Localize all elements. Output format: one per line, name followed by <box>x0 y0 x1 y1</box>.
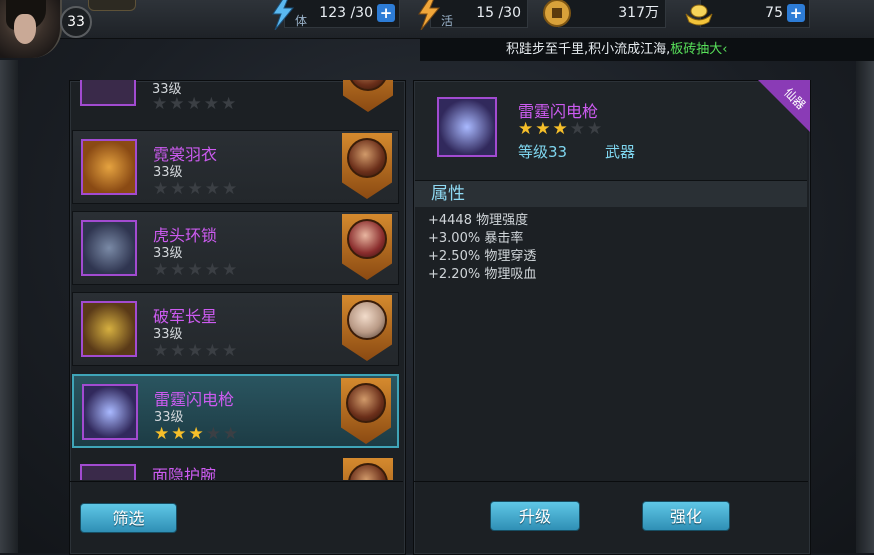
item-thumbnail <box>81 301 137 357</box>
vitality-label: 活 <box>441 14 454 28</box>
attributes-list: +4448 物理强度 +3.00% 暴击率 +2.50% 物理穿透 +2.20%… <box>428 212 536 284</box>
list-item[interactable]: 虎头环锁 33级 ★★★★★ <box>72 211 399 285</box>
equipped-hero-shield <box>343 80 393 112</box>
item-stars: ★★★★★ <box>152 94 239 114</box>
item-stars: ★★★★★ <box>153 179 240 199</box>
stamina-label: 体 <box>295 14 308 28</box>
enhance-button[interactable]: 强化 <box>642 501 730 531</box>
item-level: 33级 <box>153 246 183 261</box>
detail-item-level: 等级33 <box>518 143 568 161</box>
item-stars: ★★★★★ <box>154 424 241 444</box>
list-item[interactable]: 破军长星 33级 ★★★★★ <box>72 292 399 366</box>
detail-footer-divider <box>414 481 808 482</box>
right-frame-decoration <box>856 60 874 553</box>
attribute-line: +3.00% 暴击率 <box>428 231 524 246</box>
item-level: 33级 <box>153 327 183 342</box>
coins-value: 317万 <box>618 5 659 21</box>
detail-item-thumbnail <box>437 97 497 157</box>
item-name: 面隐护腕 <box>152 466 217 480</box>
ticker-highlight: 板砖抽大‹ <box>670 42 728 57</box>
vitality-value: 15 /30 <box>476 5 521 21</box>
stamina-plus-button[interactable]: + <box>377 4 395 22</box>
ingot-icon <box>685 4 713 26</box>
ticker-text: 积跬步至千里,积小流成江海, <box>506 42 671 57</box>
attributes-header: 属性 <box>415 181 807 207</box>
equipped-hero-shield <box>342 133 392 199</box>
equipped-hero-shield <box>342 214 392 280</box>
attribute-line: +4448 物理强度 <box>428 213 529 228</box>
attribute-line: +2.20% 物理吸血 <box>428 267 537 282</box>
equipped-hero-shield <box>341 378 391 444</box>
item-level: 33级 <box>154 410 184 425</box>
list-footer-divider <box>70 481 403 482</box>
detail-item-type: 武器 <box>605 143 636 161</box>
list-item-partial-top[interactable]: 33级 ★★★★★ <box>72 80 399 114</box>
list-item-selected[interactable]: 雷霆闪电枪 33级 ★★★★★ <box>72 374 399 448</box>
item-thumbnail <box>80 464 136 480</box>
ingots-resource: 75 + <box>685 0 810 28</box>
list-item[interactable]: 霓裳羽衣 33级 ★★★★★ <box>72 130 399 204</box>
equipped-hero-shield <box>343 458 393 480</box>
avatar-face <box>14 14 36 44</box>
item-level: 33级 <box>153 165 183 180</box>
equipped-hero-shield <box>342 295 392 361</box>
ingots-value: 75 <box>765 5 783 21</box>
item-thumbnail <box>82 384 138 440</box>
upgrade-button[interactable]: 升级 <box>490 501 580 531</box>
coin-icon <box>543 0 571 27</box>
stamina-value: 123 /30 <box>319 5 373 21</box>
stamina-resource: 体 123 /30 + <box>272 0 400 30</box>
attribute-line: +2.50% 物理穿透 <box>428 249 537 264</box>
item-thumbnail <box>81 139 137 195</box>
item-stars: ★★★★★ <box>153 260 240 280</box>
item-thumbnail <box>81 220 137 276</box>
player-name-plate <box>88 0 136 11</box>
player-avatar[interactable] <box>0 0 62 58</box>
list-item-partial-bottom[interactable]: 面隐护腕 <box>72 456 399 480</box>
ingots-plus-button[interactable]: + <box>787 4 805 22</box>
vitality-resource: 活 15 /30 <box>418 0 528 30</box>
item-stars: ★★★★★ <box>153 341 240 361</box>
player-level-badge: 33 <box>60 6 92 38</box>
item-thumbnail <box>80 80 136 106</box>
detail-item-stars: ★★★★★ <box>518 119 605 139</box>
left-frame-decoration <box>0 60 18 553</box>
filter-button[interactable]: 筛选 <box>80 503 177 533</box>
news-ticker: 积跬步至千里,积小流成江海,板砖抽大‹ <box>420 39 874 61</box>
coins-resource: 317万 <box>543 0 666 28</box>
rarity-tag: 仙器 <box>758 80 810 132</box>
